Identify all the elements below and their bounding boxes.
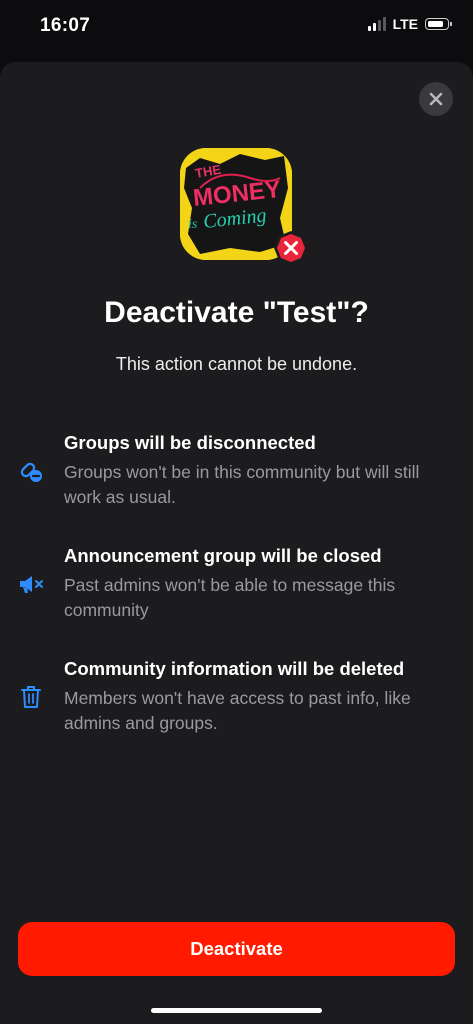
broken-link-icon	[16, 456, 46, 486]
battery-icon	[425, 18, 452, 30]
home-indicator[interactable]	[151, 1008, 322, 1013]
info-description: Groups won't be in this community but wi…	[64, 462, 420, 507]
deactivate-sheet: THE MONEY is Coming Deactivate "Test"? T…	[0, 62, 473, 1024]
info-title: Community information will be deleted	[64, 658, 405, 679]
x-circle-badge-icon	[273, 230, 309, 266]
status-indicators: LTE	[367, 16, 452, 32]
signal-icon	[367, 17, 386, 31]
screen: 16:07 LTE THE MONEY is Coming Deactivate…	[0, 0, 473, 1024]
community-image-text-is: is	[188, 217, 198, 232]
deactivate-button[interactable]: Deactivate	[18, 922, 455, 976]
status-bar: 16:07 LTE	[0, 0, 473, 54]
close-icon	[429, 92, 443, 106]
info-item-groups: Groups will be disconnected Groups won't…	[0, 432, 473, 522]
info-title: Announcement group will be closed	[64, 545, 382, 566]
network-type: LTE	[392, 16, 418, 32]
community-icon: THE MONEY is Coming	[180, 148, 308, 265]
close-button[interactable]	[419, 82, 453, 116]
info-item-information: Community information will be deleted Me…	[0, 658, 473, 748]
trash-icon	[16, 682, 46, 712]
sheet-subtitle: This action cannot be undone.	[115, 354, 358, 374]
sheet-title: Deactivate "Test"?	[104, 296, 369, 329]
info-title: Groups will be disconnected	[64, 432, 316, 453]
info-item-announcement: Announcement group will be closed Past a…	[0, 545, 473, 635]
info-description: Past admins won't be able to message thi…	[64, 575, 396, 620]
megaphone-muted-icon	[16, 569, 46, 599]
info-description: Members won't have access to past info, …	[64, 688, 411, 733]
status-time: 16:07	[40, 15, 91, 36]
